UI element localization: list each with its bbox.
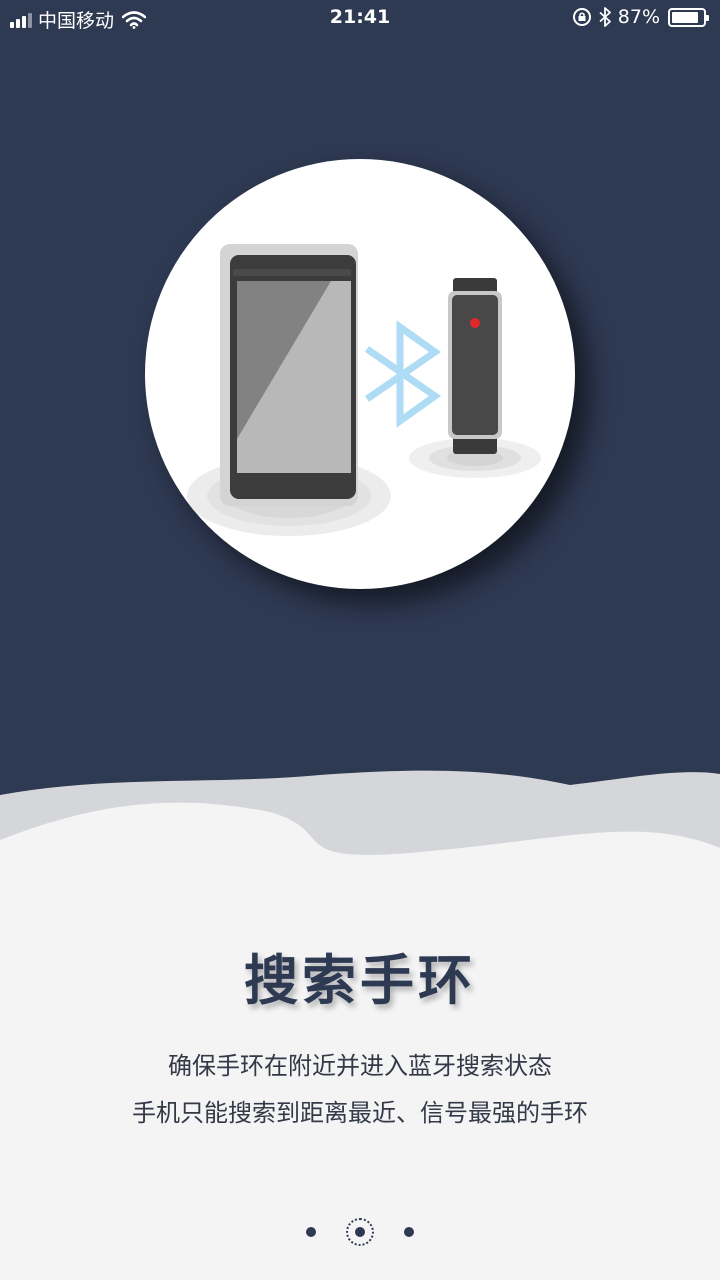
bluetooth-icon <box>599 7 611 27</box>
battery-percent: 87% <box>617 6 660 28</box>
page-indicator <box>0 1212 720 1252</box>
wave-divider <box>0 770 720 940</box>
onboarding-description-line-1: 确保手环在附近并进入蓝牙搜索状态 <box>168 1052 552 1080</box>
onboarding-description-line-2: 手机只能搜索到距离最近、信号最强的手环 <box>132 1099 588 1127</box>
hero-illustration <box>145 159 575 589</box>
battery-icon <box>668 7 709 27</box>
phone-illustration <box>220 244 358 506</box>
rotation-lock-icon <box>572 8 591 26</box>
page-dot-3[interactable] <box>404 1227 414 1237</box>
band-illustration <box>448 278 502 454</box>
page-dot-1[interactable] <box>306 1227 316 1237</box>
page-dot-2-active[interactable] <box>346 1218 374 1246</box>
band-indicator-light <box>470 318 480 328</box>
status-bar: 中国移动 21:41 87% <box>0 0 720 38</box>
bluetooth-symbol-icon <box>365 320 442 428</box>
onboarding-title: 搜索手环 <box>244 949 476 1012</box>
